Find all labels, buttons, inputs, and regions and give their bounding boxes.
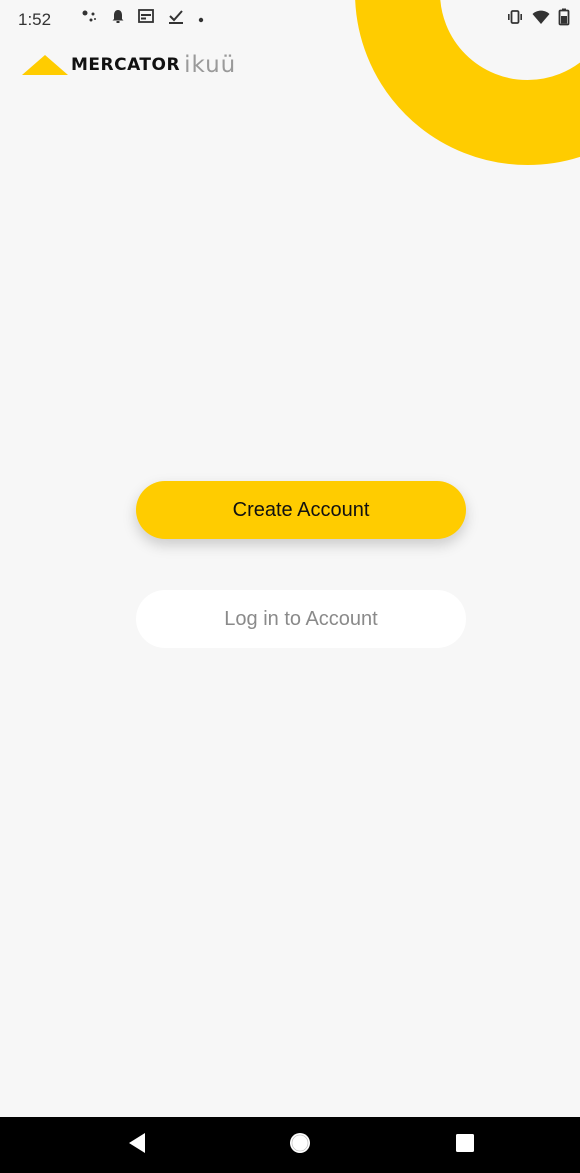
wifi-icon [532, 9, 550, 30]
logo-brand: MERCATOR [71, 55, 181, 75]
logo-triangle-icon [22, 55, 68, 75]
create-account-button[interactable]: Create Account [136, 481, 466, 539]
media-card-icon [138, 9, 154, 28]
home-icon [288, 1131, 312, 1160]
status-bar: 1:52 [0, 0, 580, 38]
assistant-dots-icon [82, 9, 98, 28]
dot-icon [198, 10, 204, 28]
logo-sub: ikuü [184, 52, 237, 78]
back-icon [127, 1132, 147, 1159]
battery-icon [558, 8, 570, 31]
log-in-button[interactable]: Log in to Account [136, 590, 466, 648]
recents-icon [455, 1133, 475, 1158]
notification-bell-icon [112, 9, 124, 28]
vibrate-icon [506, 9, 524, 30]
status-icons-right [506, 8, 570, 31]
download-check-icon [168, 8, 184, 29]
back-button[interactable] [97, 1117, 177, 1173]
app-logo: MERCATOR ikuü [22, 52, 236, 78]
status-time: 1:52 [18, 10, 52, 29]
status-icons-left [82, 8, 204, 29]
recents-button[interactable] [425, 1117, 505, 1173]
home-button[interactable] [260, 1117, 340, 1173]
navigation-bar [0, 1117, 580, 1173]
app-screen: 1:52 MERCATOR ikuü Create Account Log in… [0, 0, 580, 1173]
